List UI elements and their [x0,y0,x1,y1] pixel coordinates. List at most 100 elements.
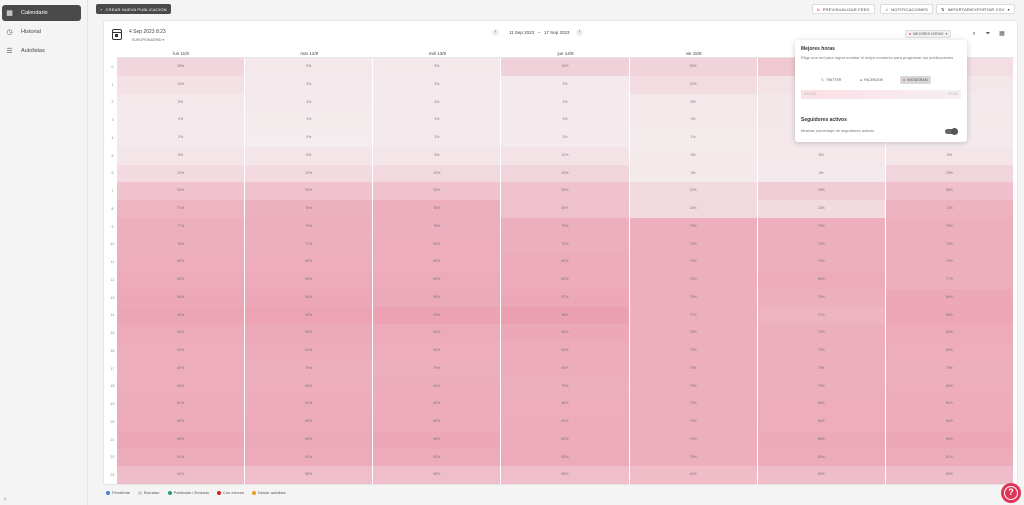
help-button[interactable]: ? [1001,483,1021,503]
heatmap-cell[interactable]: 77% [885,271,1014,289]
collapse-sidebar-icon[interactable]: ‹ [4,496,6,503]
heatmap-cell[interactable]: 2% [373,111,502,129]
heatmap-cell[interactable]: 82% [885,413,1014,431]
heatmap-cell[interactable]: 79% [629,288,758,307]
heatmap-cell[interactable]: 79% [629,448,758,467]
heatmap-cell[interactable]: 14% [117,75,246,94]
timezone-select[interactable]: EUROPE/MADRID ▾ [132,38,164,42]
heatmap-cell[interactable]: 80% [885,342,1014,360]
heatmap-cell[interactable]: 85% [373,288,502,307]
heatmap-cell[interactable]: 5% [757,146,886,165]
heatmap-cell[interactable]: 79% [885,253,1014,271]
heatmap-cell[interactable]: 9% [117,146,246,165]
heatmap-cell[interactable]: 79% [757,359,886,378]
heatmap-cell[interactable]: 58% [245,466,374,484]
heatmap-cell[interactable]: 4% [245,93,374,112]
heatmap-cell[interactable]: 5% [117,93,246,112]
heatmap-cell[interactable]: 60% [117,466,246,484]
heatmap-cell[interactable]: 81% [245,342,374,360]
heatmap-cell[interactable]: 79% [501,235,630,254]
heatmap-cell[interactable]: 89% [885,306,1014,325]
heatmap-cell[interactable]: 80% [245,377,374,396]
heatmap-cell[interactable]: 82% [373,395,502,413]
heatmap-cell[interactable]: 20% [629,75,758,94]
heatmap-cell[interactable]: 39% [757,182,886,200]
heatmap-cell[interactable]: 78% [629,271,758,289]
heatmap-cell[interactable]: 61% [629,466,758,484]
heatmap-cell[interactable]: 80% [885,377,1014,396]
heatmap-cell[interactable]: 82% [373,413,502,431]
heatmap-cell[interactable]: 23% [757,200,886,218]
heatmap-cell[interactable]: 79% [757,253,886,271]
heatmap-cell[interactable]: 82% [501,271,630,289]
heatmap-cell[interactable]: 83% [117,324,246,342]
heatmap-cell[interactable]: 1% [245,111,374,129]
heatmap-cell[interactable]: 82% [373,448,502,467]
heatmap-cell[interactable]: 79% [245,359,374,378]
heatmap-cell[interactable]: 54% [501,200,630,218]
heatmap-cell[interactable]: 2% [117,129,246,147]
heatmap-cell[interactable]: 71% [117,200,246,218]
heatmap-cell[interactable]: 86% [885,430,1014,449]
preview-feed-button[interactable]: ◘ Previsualizar feed [812,4,875,14]
sidebar-item-calendario[interactable]: ▦ Calendario [2,5,81,21]
heatmap-cell[interactable]: 77% [629,306,758,325]
heatmap-cell[interactable]: 4% [757,164,886,183]
heatmap-cell[interactable]: 86% [501,324,630,342]
heatmap-cell[interactable]: 9% [373,146,502,165]
heatmap-cell[interactable]: 87% [501,288,630,307]
filter-icon[interactable]: ⏷ [984,30,992,38]
heatmap-cell[interactable]: 58% [373,466,502,484]
heatmap-cell[interactable]: 80% [373,253,502,271]
heatmap-cell[interactable]: 86% [117,430,246,449]
heatmap-cell[interactable]: 22% [629,182,758,200]
heatmap-cell[interactable]: 90% [117,306,246,325]
heatmap-cell[interactable]: 82% [501,430,630,449]
heatmap-cell[interactable]: 2% [373,129,502,147]
heatmap-cell[interactable]: 12% [501,146,630,165]
heatmap-cell[interactable]: 53% [501,182,630,200]
heatmap-cell[interactable]: 79% [629,395,758,413]
heatmap-cell[interactable]: 2% [117,111,246,129]
heatmap-cell[interactable]: 29% [501,164,630,183]
heatmap-cell[interactable]: 2% [501,129,630,147]
search-icon[interactable]: ⌕ [970,30,978,38]
heatmap-cell[interactable]: 85% [245,324,374,342]
heatmap-cell[interactable]: 3% [629,146,758,165]
heatmap-cell[interactable]: 29% [885,164,1014,183]
calendar-view-icon[interactable]: ▦ [998,30,1006,38]
heatmap-cell[interactable]: 79% [373,359,502,378]
heatmap-cell[interactable]: 78% [373,200,502,218]
heatmap-cell[interactable]: 2% [501,111,630,129]
heatmap-cell[interactable]: 4% [245,75,374,94]
network-facebook-button[interactable]: ● Facebook [857,76,886,84]
heatmap-cell[interactable]: 79% [629,430,758,449]
heatmap-cell[interactable]: 1% [629,129,758,147]
heatmap-cell[interactable]: 84% [757,271,886,289]
heatmap-cell[interactable]: 78% [117,235,246,254]
prev-week-button[interactable]: ‹ [492,29,499,36]
active-followers-toggle[interactable] [945,128,958,135]
heatmap-cell[interactable]: 83% [245,271,374,289]
heatmap-cell[interactable]: 71% [757,306,886,325]
heatmap-cell[interactable]: 58% [501,466,630,484]
heatmap-cell[interactable]: 81% [373,377,502,396]
heatmap-cell[interactable]: 81% [501,359,630,378]
heatmap-cell[interactable]: 5% [629,93,758,112]
heatmap-cell[interactable]: 59% [757,466,886,484]
heatmap-cell[interactable]: 80% [501,395,630,413]
heatmap-cell[interactable]: 80% [757,395,886,413]
heatmap-cell[interactable]: 80% [117,359,246,378]
network-twitter-button[interactable]: 𝕏 Twitter [818,76,844,84]
heatmap-cell[interactable]: 77% [245,235,374,254]
heatmap-cell[interactable]: 83% [245,448,374,467]
heatmap-cell[interactable]: 5% [373,58,502,76]
network-instagram-button[interactable]: ◘ Instagram [900,76,931,84]
heatmap-cell[interactable]: 83% [885,324,1014,342]
heatmap-cell[interactable]: 79% [757,217,886,236]
heatmap-cell[interactable]: 94% [373,306,502,325]
heatmap-cell[interactable]: 5% [245,58,374,76]
heatmap-cell[interactable]: 93% [245,306,374,325]
heatmap-cell[interactable]: 79% [757,342,886,360]
heatmap-cell[interactable]: 80% [757,413,886,431]
